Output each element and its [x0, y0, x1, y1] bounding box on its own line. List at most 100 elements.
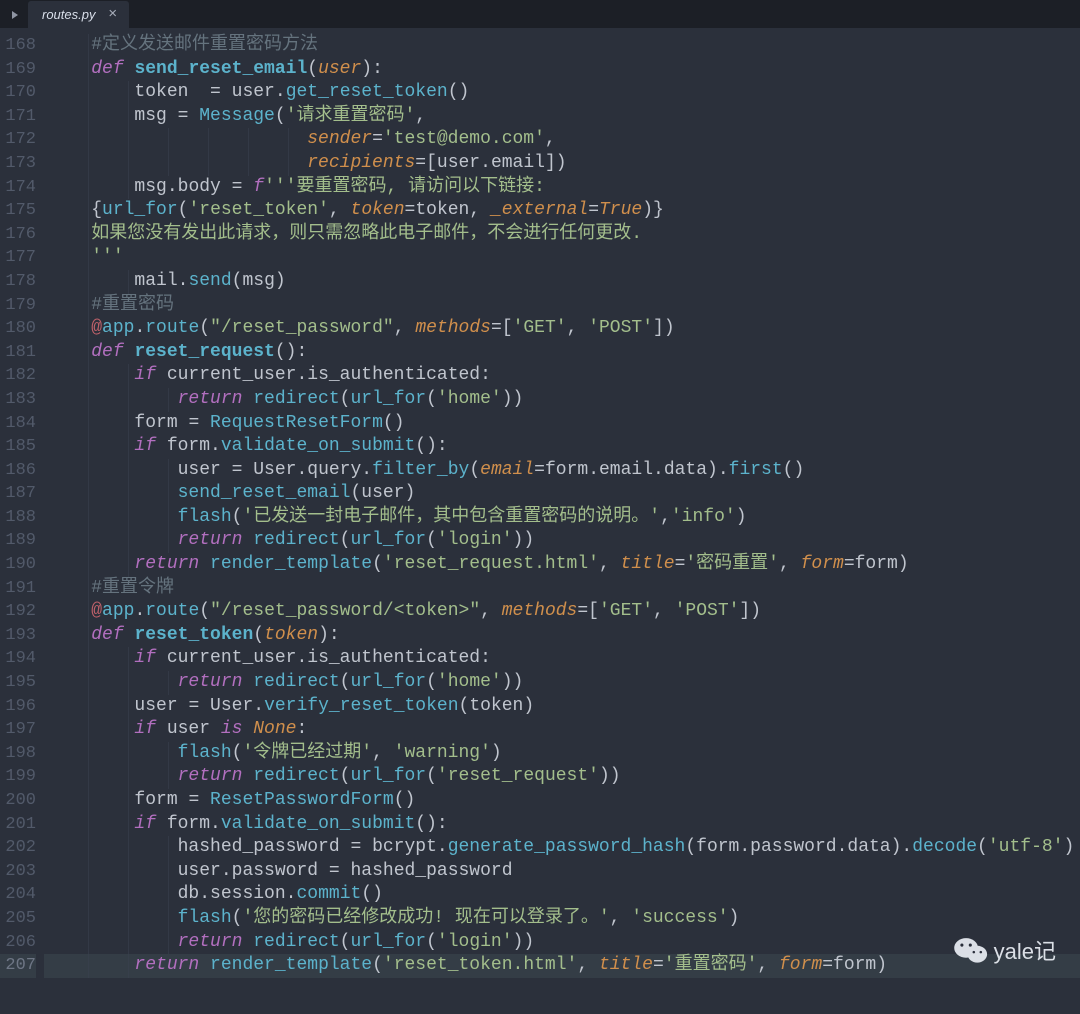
token: = [232, 177, 254, 197]
line-number[interactable]: 183 [0, 388, 36, 412]
line-number[interactable]: 175 [0, 199, 36, 223]
code-line[interactable]: #定义发送邮件重置密码方法 [44, 34, 1080, 58]
line-number[interactable]: 193 [0, 624, 36, 648]
line-number[interactable]: 180 [0, 317, 36, 341]
code-line[interactable]: #重置令牌 [44, 577, 1080, 601]
token: redirect [253, 672, 339, 692]
line-number[interactable]: 168 [0, 34, 36, 58]
code-line[interactable]: if current_user.is_authenticated: [44, 647, 1080, 671]
line-number[interactable]: 177 [0, 246, 36, 270]
code-line[interactable]: hashed_password = bcrypt.generate_passwo… [44, 836, 1080, 860]
token: ) [491, 743, 502, 763]
code-line[interactable]: recipients=[user.email]) [44, 152, 1080, 176]
line-number[interactable]: 207 [0, 954, 36, 978]
token: '重置密码' [664, 955, 758, 975]
code-line[interactable]: @app.route("/reset_password/<token>", me… [44, 600, 1080, 624]
code-line[interactable]: return render_template('reset_token.html… [44, 954, 1080, 978]
line-number[interactable]: 184 [0, 412, 36, 436]
line-number[interactable]: 201 [0, 813, 36, 837]
code-line[interactable]: return redirect(url_for('home')) [44, 671, 1080, 695]
token: User [210, 696, 253, 716]
tab-close-button[interactable]: × [105, 7, 119, 21]
code-line[interactable]: if form.validate_on_submit(): [44, 813, 1080, 837]
code-line[interactable]: def send_reset_email(user): [44, 58, 1080, 82]
line-number[interactable]: 196 [0, 695, 36, 719]
token: . [296, 648, 307, 668]
code-line[interactable]: msg = Message('请求重置密码', [44, 105, 1080, 129]
code-line[interactable]: form = RequestResetForm() [44, 412, 1080, 436]
line-number[interactable]: 170 [0, 81, 36, 105]
code-line[interactable]: return redirect(url_for('login')) [44, 931, 1080, 955]
token: , [372, 743, 394, 763]
line-number[interactable]: 195 [0, 671, 36, 695]
line-number[interactable]: 174 [0, 176, 36, 200]
code-area[interactable]: #定义发送邮件重置密码方法 def send_reset_email(user)… [44, 28, 1080, 1014]
line-number[interactable]: 197 [0, 718, 36, 742]
code-line[interactable]: mail.send(msg) [44, 270, 1080, 294]
line-number[interactable]: 203 [0, 860, 36, 884]
line-number[interactable]: 186 [0, 459, 36, 483]
code-line[interactable]: if current_user.is_authenticated: [44, 364, 1080, 388]
line-number[interactable]: 185 [0, 435, 36, 459]
token: email [599, 460, 653, 480]
code-line[interactable]: if user is None: [44, 718, 1080, 742]
code-line[interactable]: def reset_request(): [44, 341, 1080, 365]
line-number[interactable]: 205 [0, 907, 36, 931]
code-line[interactable]: sender='test@demo.com', [44, 128, 1080, 152]
code-line[interactable]: ''' [44, 246, 1080, 270]
line-number[interactable]: 181 [0, 341, 36, 365]
code-line[interactable]: @app.route("/reset_password", methods=['… [44, 317, 1080, 341]
line-number[interactable]: 178 [0, 270, 36, 294]
line-number[interactable]: 192 [0, 600, 36, 624]
token: ) [523, 696, 534, 716]
code-line[interactable]: flash('您的密码已经修改成功! 现在可以登录了。', 'success') [44, 907, 1080, 931]
code-line[interactable]: {url_for('reset_token', token=token, _ex… [44, 199, 1080, 223]
code-line[interactable]: user.password = hashed_password [44, 860, 1080, 884]
token: route [145, 601, 199, 621]
code-line[interactable]: def reset_token(token): [44, 624, 1080, 648]
line-number[interactable]: 200 [0, 789, 36, 813]
code-line[interactable]: return redirect(url_for('reset_request')… [44, 765, 1080, 789]
code-line[interactable]: token = user.get_reset_token() [44, 81, 1080, 105]
line-number[interactable]: 206 [0, 931, 36, 955]
line-number[interactable]: 171 [0, 105, 36, 129]
tab-routes-py[interactable]: routes.py × [28, 1, 129, 28]
line-number[interactable]: 198 [0, 742, 36, 766]
line-number[interactable]: 176 [0, 223, 36, 247]
code-line[interactable]: return redirect(url_for('home')) [44, 388, 1080, 412]
token: [ [502, 318, 513, 338]
code-line[interactable]: 如果您没有发出此请求，则只需忽略此电子邮件，不会进行任何更改. [44, 223, 1080, 247]
line-number[interactable]: 202 [0, 836, 36, 860]
line-number[interactable]: 190 [0, 553, 36, 577]
token: redirect [253, 932, 339, 952]
code-line[interactable]: send_reset_email(user) [44, 482, 1080, 506]
code-line[interactable]: form = ResetPasswordForm() [44, 789, 1080, 813]
token: ( [372, 955, 383, 975]
line-number[interactable]: 172 [0, 128, 36, 152]
token: ]) [739, 601, 761, 621]
code-line[interactable]: flash('已发送一封电子邮件，其中包含重置密码的说明。','info') [44, 506, 1080, 530]
line-number[interactable]: 189 [0, 529, 36, 553]
code-line[interactable]: flash('令牌已经过期', 'warning') [44, 742, 1080, 766]
line-number[interactable]: 187 [0, 482, 36, 506]
line-number[interactable]: 191 [0, 577, 36, 601]
tabbar-scroll-left[interactable] [6, 1, 24, 28]
line-number[interactable]: 179 [0, 294, 36, 318]
token: token [415, 200, 469, 220]
line-number[interactable]: 194 [0, 647, 36, 671]
code-line[interactable]: user = User.query.filter_by(email=form.e… [44, 459, 1080, 483]
code-line[interactable]: db.session.commit() [44, 883, 1080, 907]
line-number[interactable]: 173 [0, 152, 36, 176]
line-number[interactable]: 182 [0, 364, 36, 388]
line-number-gutter[interactable]: 1681691701711721731741751761771781791801… [0, 28, 44, 1014]
code-line[interactable]: #重置密码 [44, 294, 1080, 318]
code-line[interactable]: return redirect(url_for('login')) [44, 529, 1080, 553]
code-line[interactable]: msg.body = f'''要重置密码, 请访问以下链接: [44, 176, 1080, 200]
code-line[interactable]: user = User.verify_reset_token(token) [44, 695, 1080, 719]
line-number[interactable]: 204 [0, 883, 36, 907]
code-line[interactable]: return render_template('reset_request.ht… [44, 553, 1080, 577]
line-number[interactable]: 188 [0, 506, 36, 530]
line-number[interactable]: 169 [0, 58, 36, 82]
line-number[interactable]: 199 [0, 765, 36, 789]
code-line[interactable]: if form.validate_on_submit(): [44, 435, 1080, 459]
